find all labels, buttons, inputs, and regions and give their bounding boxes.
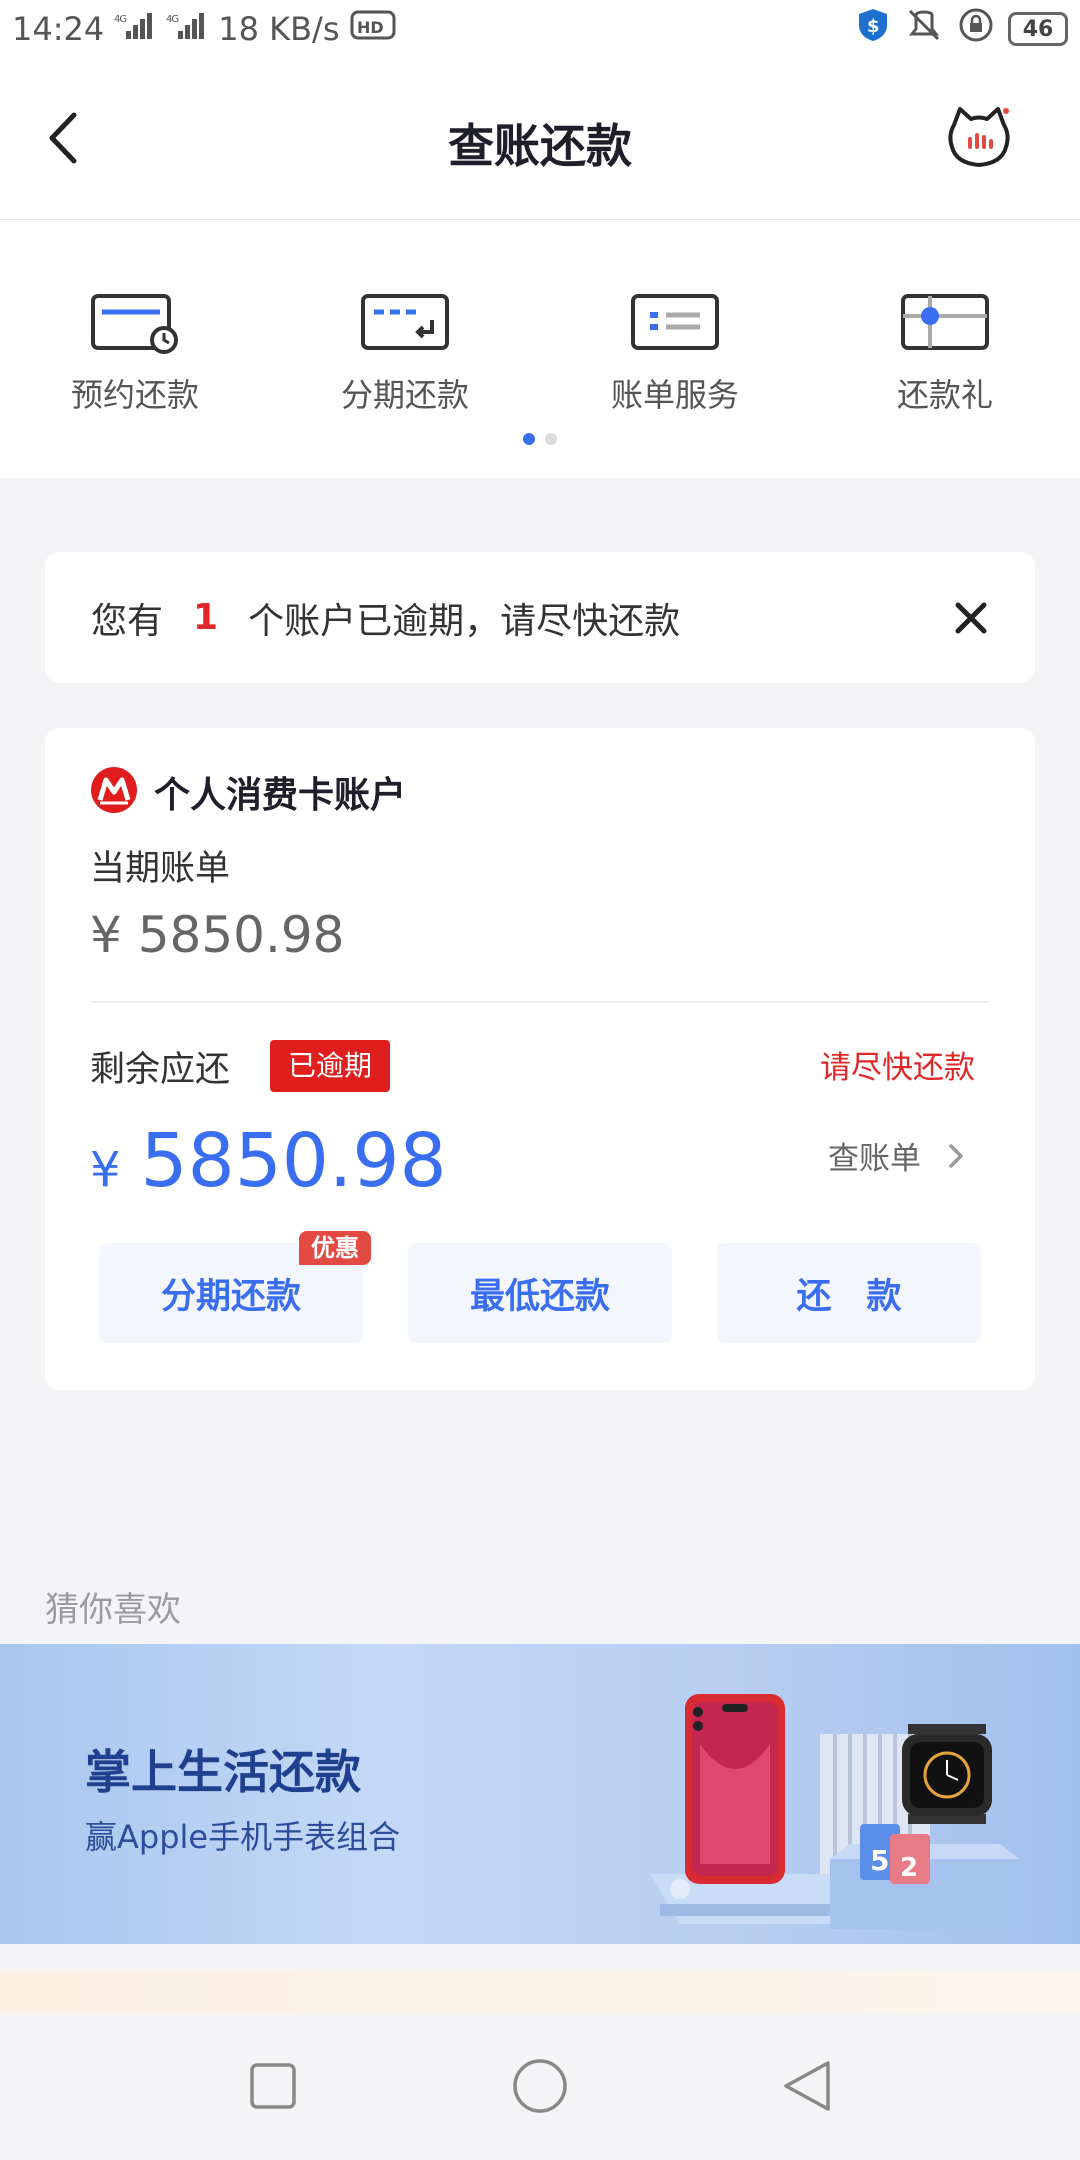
bank-logo-icon (90, 766, 138, 818)
quick-actions: 预约还款 分期还款 账单服务 还款礼 (0, 220, 1080, 478)
svg-text:HD: HD (357, 18, 384, 37)
view-bill-label: 查账单 (828, 1141, 921, 1177)
home-button[interactable] (505, 2051, 575, 2121)
security-shield-icon: $ (856, 7, 890, 51)
promo-badge: 优惠 (299, 1231, 371, 1265)
remaining-label: 剩余应还 (90, 1049, 231, 1090)
minimum-repay-button[interactable]: 最低还款 (408, 1243, 672, 1343)
clock: 14:24 (12, 10, 105, 48)
overdue-count: 1 (193, 597, 219, 638)
page-dot-active (523, 433, 535, 445)
assistant-cat-button[interactable] (944, 103, 1014, 173)
installment-card-icon (360, 292, 450, 356)
svg-text:4G: 4G (114, 14, 126, 25)
chevron-right-icon (949, 1143, 963, 1168)
banner-subtitle: 赢Apple手机手表组合 (85, 1818, 401, 1856)
urge-text: 请尽快还款 (820, 1050, 975, 1086)
account-name: 个人消费卡账户 (154, 775, 407, 816)
page-indicator (0, 433, 1080, 445)
mute-icon (904, 7, 944, 51)
tab-repayment-gift[interactable]: 还款礼 (845, 292, 1045, 416)
network-speed: 18 KB/s (218, 10, 340, 48)
page-title: 查账还款 (448, 119, 632, 173)
cat-assistant-icon (948, 107, 1010, 167)
account-card: 个人消费卡账户 当期账单 ¥ 5850.98 剩余应还 已逾期 请尽快还款 ¥ … (45, 728, 1035, 1390)
notice-suffix: 个账户已逾期，请尽快还款 (248, 600, 681, 642)
overdue-badge: 已逾期 (270, 1040, 391, 1092)
close-notice-button[interactable] (953, 600, 989, 636)
system-nav-bar (0, 2012, 1080, 2160)
recent-apps-button[interactable] (238, 2051, 308, 2121)
square-icon (250, 2063, 297, 2109)
tab-installment-repayment[interactable]: 分期还款 (305, 292, 505, 416)
close-icon (955, 602, 987, 633)
tab-label: 账单服务 (610, 376, 739, 414)
remaining-amount-value: 5850.98 (140, 1118, 447, 1204)
repay-button-label: 还 款 (796, 1276, 902, 1317)
recommend-section-title: 猜你喜欢 (45, 1590, 181, 1630)
battery-indicator: 46 (1008, 12, 1068, 46)
repay-button[interactable]: 还 款 (717, 1243, 981, 1343)
tab-label: 分期还款 (340, 376, 469, 414)
currency-symbol: ¥ (90, 1142, 121, 1198)
promo-banner[interactable]: 掌上生活还款 赢Apple手机手表组合 5 2 (0, 1644, 1080, 1944)
signal-icon-2: 4G (166, 11, 208, 47)
back-nav-button[interactable] (772, 2051, 842, 2121)
banner-coupon-1: 5 (870, 1844, 889, 1877)
triangle-back-icon (783, 2061, 830, 2111)
tab-label: 预约还款 (70, 376, 199, 414)
installment-repay-button[interactable]: 分期还款 优惠 (99, 1231, 371, 1343)
notice-prefix: 您有 (91, 600, 164, 642)
status-bar: 14:24 4G 4G 18 KB/s HD $ 46 (0, 0, 1080, 58)
view-bill-link[interactable]: 查账单 (828, 1133, 965, 1178)
overdue-notice: 您有 1 个账户已逾期，请尽快还款 (45, 552, 1035, 683)
circle-icon (513, 2059, 567, 2113)
divider (90, 1001, 990, 1003)
gift-card-icon (900, 292, 990, 356)
hd-icon: HD (350, 8, 396, 50)
installment-button-label: 分期还款 (160, 1276, 301, 1317)
banner-products-illustration: 5 2 (640, 1674, 1040, 1934)
current-bill-amount: ¥ 5850.98 (90, 906, 345, 964)
minimum-button-label: 最低还款 (469, 1276, 610, 1317)
tab-bill-service[interactable]: 账单服务 (575, 292, 775, 416)
next-card-peek (0, 1972, 1080, 2012)
scheduled-card-icon (90, 292, 180, 356)
tab-scheduled-repayment[interactable]: 预约还款 (35, 292, 235, 416)
bill-list-icon (630, 292, 720, 356)
tab-label: 还款礼 (896, 376, 993, 414)
svg-text:4G: 4G (166, 14, 178, 25)
current-bill-label: 当期账单 (90, 849, 231, 889)
banner-coupon-2: 2 (900, 1853, 918, 1883)
svg-text:$: $ (867, 16, 880, 37)
signal-icon-1: 4G (114, 11, 156, 47)
page-dot (545, 433, 557, 445)
banner-title: 掌上生活还款 (85, 1745, 361, 1799)
app-header: 查账还款 (0, 58, 1080, 220)
remaining-amount: ¥ 5850.98 (90, 1118, 447, 1204)
lock-rotation-icon (958, 7, 994, 51)
